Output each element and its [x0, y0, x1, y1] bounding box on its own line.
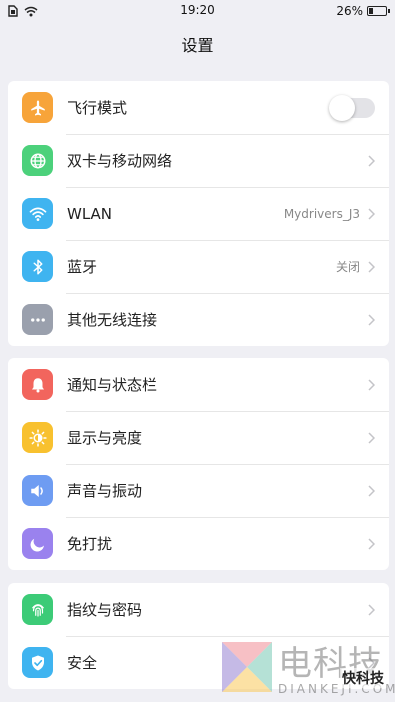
battery-icon	[367, 6, 390, 16]
settings-row-label: WLAN	[67, 204, 113, 223]
settings-row-label: 显示与亮度	[67, 429, 143, 447]
chevron-right-icon	[368, 603, 375, 616]
fingerprint-icon	[22, 594, 53, 625]
settings-row[interactable]: 其他无线连接	[8, 293, 389, 346]
settings-row-label: 指纹与密码	[67, 601, 143, 619]
settings-row[interactable]: 免打扰	[8, 517, 389, 570]
settings-row-value: Mydrivers_J3	[283, 206, 360, 221]
airplane-icon	[22, 92, 53, 123]
chevron-right-icon	[368, 378, 375, 391]
settings-row[interactable]: 指纹与密码	[8, 583, 389, 636]
page-title: 设置	[181, 36, 214, 55]
status-icons-right: 26%	[336, 4, 390, 18]
chevron-right-icon	[368, 260, 375, 273]
settings-row-label: 安全	[67, 654, 98, 672]
status-bar: 19:20 26%	[0, 0, 395, 22]
chevron-right-icon	[368, 484, 375, 497]
wifi-icon	[22, 198, 53, 229]
settings-row[interactable]: 飞行模式	[8, 81, 389, 134]
settings-row[interactable]: WLAN Mydrivers_J3	[8, 187, 389, 240]
settings-row-label: 声音与振动	[67, 482, 143, 500]
toggle-knob	[329, 94, 355, 121]
settings-section: 飞行模式双卡与移动网络 WLAN Mydrivers_J3 蓝牙 关闭其他无线连接	[8, 81, 389, 346]
battery-percent: 26%	[336, 4, 363, 18]
settings-row-label: 飞行模式	[67, 99, 128, 117]
settings-row[interactable]: 安全	[8, 636, 389, 689]
chevron-right-icon	[368, 313, 375, 326]
chevron-right-icon	[368, 656, 375, 669]
settings-section: 通知与状态栏 显示与亮度声音与振动免打扰	[8, 358, 389, 570]
settings-row-label: 通知与状态栏	[67, 376, 158, 394]
moon-icon	[22, 528, 53, 559]
settings-row[interactable]: 蓝牙 关闭	[8, 240, 389, 293]
settings-row[interactable]: 声音与振动	[8, 464, 389, 517]
chevron-right-icon	[368, 154, 375, 167]
settings-row-label: 免打扰	[67, 535, 113, 553]
chevron-right-icon	[368, 537, 375, 550]
more-icon	[22, 304, 53, 335]
bluetooth-icon	[22, 251, 53, 282]
chevron-right-icon	[368, 207, 375, 220]
settings-row[interactable]: 通知与状态栏	[8, 358, 389, 411]
bell-icon	[22, 369, 53, 400]
brightness-icon	[22, 422, 53, 453]
settings-row-label: 双卡与移动网络	[67, 152, 173, 170]
settings-row-label: 蓝牙	[67, 258, 98, 276]
chevron-right-icon	[368, 431, 375, 444]
settings-row-label: 其他无线连接	[67, 311, 158, 329]
speaker-icon	[22, 475, 53, 506]
settings-row-value: 关闭	[335, 260, 360, 274]
shield-icon	[22, 647, 53, 678]
settings-row[interactable]: 显示与亮度	[8, 411, 389, 464]
settings-row[interactable]: 双卡与移动网络	[8, 134, 389, 187]
settings-section: 指纹与密码 安全	[8, 583, 389, 689]
airplane-mode-toggle[interactable]	[329, 94, 375, 121]
globe-icon	[22, 145, 53, 176]
